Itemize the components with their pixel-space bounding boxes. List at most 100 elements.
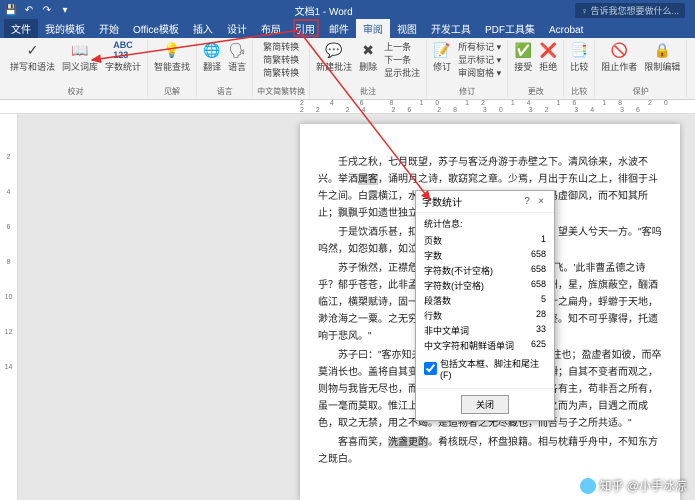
tab-file[interactable]: 文件 [4, 19, 38, 38]
title-bar: 💾 ↶ ↷ ▾ 文档1 - Word ♀ 告诉我您想要做什么... [0, 0, 695, 20]
convert-item[interactable]: 简繁转换 [261, 66, 301, 79]
show-comments-button[interactable]: 显示批注 [382, 66, 422, 79]
tab-acrobat[interactable]: Acrobat [542, 23, 590, 38]
checkbox-input[interactable] [424, 362, 437, 375]
translate-button[interactable]: 🌐翻译 [201, 40, 223, 74]
restrict-editing-button[interactable]: 🔒限制编辑 [642, 40, 682, 74]
next-comment-button[interactable]: 下一条 [382, 53, 422, 66]
accept-button[interactable]: ✅接受 [512, 40, 534, 74]
group-label: 比较 [571, 85, 587, 97]
stat-row: 字数 658 [424, 248, 546, 263]
horizontal-ruler[interactable]: 2 4 6 8 10 12 14 16 18 20 22 24 26 28 30… [0, 100, 695, 114]
tab-mytemplate[interactable]: 我的模板 [38, 19, 92, 38]
group-label: 保护 [633, 85, 649, 97]
group-comments: 💬新建批注 ✖删除 上一条 下一条 显示批注 批注 [310, 40, 427, 97]
tab-developer[interactable]: 开发工具 [424, 19, 478, 38]
stat-value: 33 [536, 324, 546, 337]
group-protect: 🚫阻止作者 🔒限制编辑 保护 [595, 40, 687, 97]
close-icon[interactable]: × [534, 196, 548, 207]
dialog-titlebar[interactable]: 字数统计 ? × [416, 191, 554, 213]
word-count-button[interactable]: ABC123字数统计 [103, 40, 143, 74]
reviewing-pane-button[interactable]: 审阅窗格 ▾ [456, 66, 503, 79]
tab-layout[interactable]: 布局 [254, 19, 288, 38]
quick-access-toolbar: 💾 ↶ ↷ ▾ [4, 3, 72, 17]
spell-grammar-button[interactable]: ✓拼写和语法 [8, 40, 57, 74]
stat-row: 中文字符和朝鲜语单词625 [424, 338, 546, 353]
stat-label: 页数 [424, 234, 442, 247]
stat-row: 段落数5 [424, 293, 546, 308]
tell-me-search[interactable]: ♀ 告诉我您想要做什么... [575, 3, 685, 18]
new-comment-button[interactable]: 💬新建批注 [314, 40, 354, 74]
document-workspace: 2468101214 壬戌之秋，七月既望，苏子与客泛舟游于赤壁之下。清风徐来，水… [0, 114, 695, 500]
block-authors-button[interactable]: 🚫阻止作者 [599, 40, 639, 74]
tab-references[interactable]: 引用 [288, 19, 322, 38]
group-changes: ✅接受 ❌拒绝 更改 [508, 40, 564, 97]
wordcount-icon: ABC123 [114, 41, 132, 59]
window-title: 文档1 - Word [72, 3, 575, 18]
tab-mailings[interactable]: 邮件 [322, 19, 356, 38]
group-label: 更改 [528, 85, 544, 97]
convert-list: 繁简转换 简繁转换 简繁转换 [261, 40, 301, 79]
thesaurus-button[interactable]: 📖同义词库 [60, 40, 100, 74]
language-button[interactable]: 🗣语言 [226, 40, 248, 74]
group-label: 批注 [360, 85, 376, 97]
redo-icon[interactable]: ↷ [40, 3, 54, 17]
tab-insert[interactable]: 插入 [186, 19, 220, 38]
delete-comment-button[interactable]: ✖删除 [357, 40, 379, 74]
track-changes-button[interactable]: 📝修订 [431, 40, 453, 74]
stat-label: 中文字符和朝鲜语单词 [424, 339, 514, 352]
convert-item[interactable]: 繁简转换 [261, 40, 301, 53]
compare-icon: 📑 [570, 41, 588, 59]
ribbon-tabs: 文件 我的模板 开始 Office模板 插入 设计 布局 引用 邮件 审阅 视图… [0, 20, 695, 38]
save-icon[interactable]: 💾 [4, 3, 18, 17]
close-button[interactable]: 关闭 [461, 395, 509, 414]
display-review-button[interactable]: 所有标记 ▾ [456, 40, 503, 53]
block-icon: 🚫 [610, 41, 628, 59]
undo-icon[interactable]: ↶ [22, 3, 36, 17]
accept-icon: ✅ [514, 41, 532, 59]
tab-review[interactable]: 审阅 [356, 19, 390, 38]
stat-row: 行数28 [424, 308, 546, 323]
compare-button[interactable]: 📑比较 [568, 40, 590, 74]
dialog-footer: 关闭 [416, 388, 554, 420]
stat-row: 字符数(计空格) 658 [424, 278, 546, 293]
comment-icon: 💬 [325, 41, 343, 59]
smart-lookup-button[interactable]: 💡智能查找 [152, 40, 192, 74]
group-insights: 💡智能查找 见解 [148, 40, 197, 97]
avatar-icon [580, 478, 596, 494]
reject-button[interactable]: ❌拒绝 [537, 40, 559, 74]
convert-item[interactable]: 简繁转换 [261, 53, 301, 66]
tab-design[interactable]: 设计 [220, 19, 254, 38]
stat-value: 658 [531, 279, 546, 292]
watermark: 知乎 @小手冰凉 [580, 477, 687, 494]
stat-label: 字数 [424, 249, 442, 262]
qat-more-icon[interactable]: ▾ [58, 3, 72, 17]
prev-comment-button[interactable]: 上一条 [382, 40, 422, 53]
stat-label: 段落数 [424, 294, 451, 307]
stat-value: 658 [531, 249, 546, 262]
group-label: 语言 [217, 85, 233, 97]
book-icon: 📖 [71, 41, 89, 59]
show-markup-button[interactable]: 显示标记 ▾ [456, 53, 503, 66]
tab-office-template[interactable]: Office模板 [126, 19, 186, 38]
vertical-ruler[interactable]: 2468101214 [0, 114, 18, 500]
group-label: 中文简繁转换 [257, 85, 305, 97]
stat-label: 字符数(计空格) [424, 279, 484, 292]
group-tracking: 📝修订 所有标记 ▾ 显示标记 ▾ 审阅窗格 ▾ 修订 [427, 40, 508, 97]
group-compare: 📑比较 比较 [564, 40, 595, 97]
translate-icon: 🌐 [203, 41, 221, 59]
help-icon[interactable]: ? [520, 196, 534, 207]
tab-view[interactable]: 视图 [390, 19, 424, 38]
tab-home[interactable]: 开始 [92, 19, 126, 38]
stat-label: 字符数(不计空格) [424, 264, 493, 277]
paragraph: 客喜而笑，洗盏更酌。肴核既尽，杯盘狼籍。相与枕藉乎舟中，不知东方之既白。 [318, 434, 662, 468]
word-count-dialog: 字数统计 ? × 统计信息: 页数1字数658字符数(不计空格)658字符数(计… [415, 190, 555, 421]
stat-row: 非中文单词 33 [424, 323, 546, 338]
stat-label: 非中文单词 [424, 324, 469, 337]
tab-pdf[interactable]: PDF工具集 [478, 19, 542, 38]
group-proofing: ✓拼写和语法 📖同义词库 ABC123字数统计 校对 [4, 40, 148, 97]
group-label: 修订 [459, 85, 475, 97]
include-textboxes-checkbox[interactable]: 包括文本框、脚注和尾注(F) [424, 353, 546, 384]
reject-icon: ❌ [539, 41, 557, 59]
lightbulb-icon: 💡 [163, 41, 181, 59]
